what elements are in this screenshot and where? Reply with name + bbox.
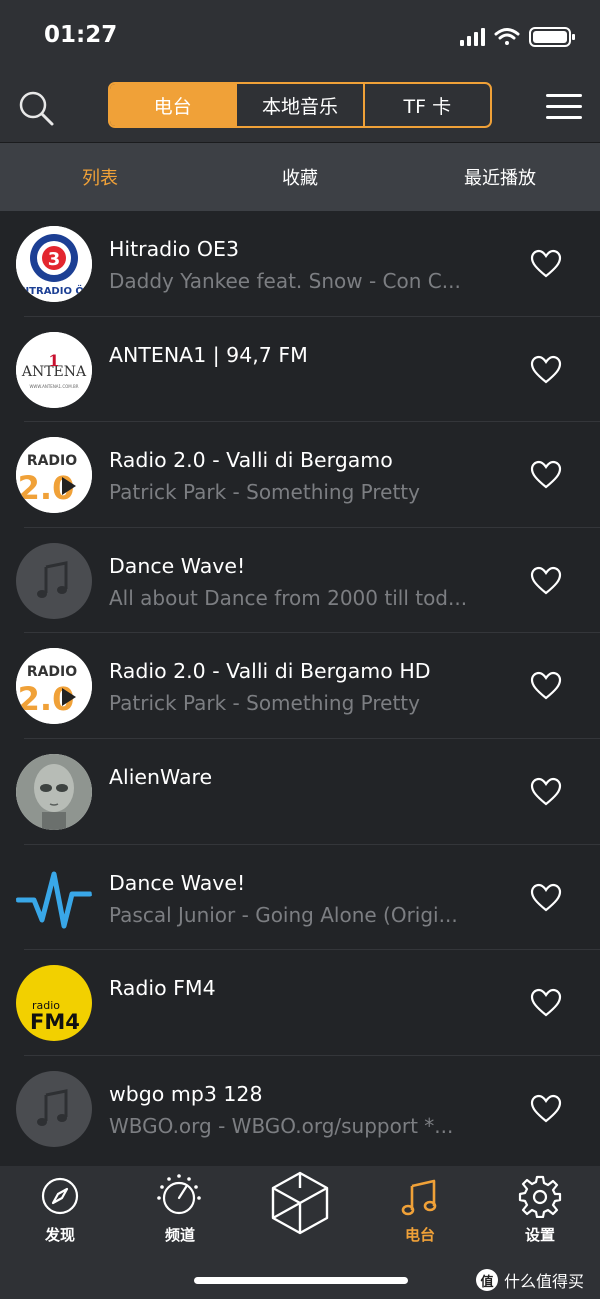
heart-icon[interactable] [530, 988, 562, 1018]
dancewave-logo [16, 859, 92, 936]
station-title: AlienWare [109, 764, 213, 789]
station-title: Dance Wave! [109, 553, 246, 578]
segment-tf-card[interactable]: TF 卡 [362, 84, 490, 126]
station-row[interactable]: wbgo mp3 128 WBGO.org - WBGO.org/support… [0, 1056, 600, 1162]
radio20-logo: RADIO 2.0 [16, 648, 92, 725]
station-subtitle: Patrick Park - Something Pretty [109, 691, 420, 716]
menu-icon[interactable] [546, 92, 582, 122]
signal-icon [460, 28, 485, 46]
music-note-placeholder-icon [16, 1070, 92, 1147]
battery-icon [529, 27, 575, 47]
svg-text:WWW.ANTENA1.COM.BR: WWW.ANTENA1.COM.BR [29, 384, 78, 389]
heart-icon[interactable] [530, 777, 562, 807]
station-row[interactable]: radio FM4 Radio FM4 [0, 950, 600, 1056]
home-indicator [194, 1277, 408, 1284]
station-row[interactable]: Dance Wave! Pascal Junior - Going Alone … [0, 845, 600, 951]
gear-icon [518, 1175, 562, 1218]
station-subtitle: Patrick Park - Something Pretty [109, 480, 420, 505]
status-time: 01:27 [44, 22, 118, 48]
music-note-placeholder-icon [16, 542, 92, 619]
dial-icon [157, 1174, 201, 1215]
cube-icon [271, 1171, 329, 1235]
sub-tabs: 列表 收藏 最近播放 [0, 143, 600, 211]
station-title: Radio 2.0 - Valli di Bergamo HD [109, 659, 431, 684]
nav-label: 电台 [404, 1226, 435, 1244]
top-bar: 电台 本地音乐 TF 卡 [0, 72, 600, 143]
segment-radio[interactable]: 电台 [110, 84, 236, 126]
station-row[interactable]: RADIO 2.0 Radio 2.0 - Valli di Bergamo H… [0, 633, 600, 739]
station-title: Radio 2.0 - Valli di Bergamo [109, 448, 393, 473]
station-title: wbgo mp3 128 [109, 1081, 263, 1106]
station-row[interactable]: AlienWare [0, 739, 600, 845]
station-list: 3 HITRADIO Ö3 Hitradio OE3 Daddy Yankee … [0, 211, 600, 1166]
heart-icon[interactable] [530, 671, 562, 701]
music-note-icon [401, 1179, 437, 1216]
station-subtitle: Pascal Junior - Going Alone (Origi... [109, 902, 458, 927]
station-title: Radio FM4 [109, 976, 216, 1001]
station-row[interactable]: RADIO 2.0 Radio 2.0 - Valli di Bergamo P… [0, 422, 600, 528]
nav-channels[interactable]: 频道 [120, 1166, 240, 1266]
compass-icon [41, 1177, 79, 1215]
station-subtitle: Daddy Yankee feat. Snow - Con C... [109, 269, 461, 293]
heart-icon[interactable] [530, 883, 562, 913]
watermark: 值 什么值得买 [476, 1268, 584, 1292]
station-subtitle: All about Dance from 2000 till tod... [109, 585, 468, 610]
svg-text:1: 1 [48, 351, 59, 370]
watermark-badge: 值 [476, 1269, 498, 1291]
nav-label: 发现 [44, 1226, 75, 1244]
antena1-logo: ANTENA 1 WWW.ANTENA1.COM.BR [16, 331, 92, 408]
station-row[interactable]: Dance Wave! All about Dance from 2000 ti… [0, 528, 600, 634]
nav-settings[interactable]: 设置 [480, 1166, 600, 1266]
segment-local-music[interactable]: 本地音乐 [235, 84, 362, 126]
svg-text:3: 3 [48, 249, 61, 270]
tab-recent[interactable]: 最近播放 [400, 143, 600, 211]
svg-text:FM4: FM4 [30, 1010, 80, 1034]
station-row[interactable]: ANTENA 1 WWW.ANTENA1.COM.BR ANTENA1 | 94… [0, 317, 600, 423]
heart-icon[interactable] [530, 249, 562, 279]
tab-favorites[interactable]: 收藏 [200, 143, 400, 211]
wifi-icon [494, 28, 520, 45]
svg-text:RADIO: RADIO [27, 453, 77, 469]
heart-icon[interactable] [530, 355, 562, 385]
nav-label: 设置 [524, 1226, 555, 1244]
watermark-text: 什么值得买 [504, 1272, 585, 1291]
station-title: Dance Wave! [109, 870, 246, 895]
search-icon[interactable] [16, 88, 56, 128]
alien-logo [16, 753, 92, 830]
station-title: ANTENA1 | 94,7 FM [109, 342, 308, 367]
nav-radio[interactable]: 电台 [360, 1166, 480, 1266]
station-subtitle: WBGO.org - WBGO.org/support *... [109, 1113, 454, 1138]
source-segmented-control: 电台 本地音乐 TF 卡 [108, 82, 492, 128]
svg-text:RADIO: RADIO [27, 664, 77, 680]
status-bar: 01:27 [0, 0, 600, 72]
station-row[interactable]: 3 HITRADIO Ö3 Hitradio OE3 Daddy Yankee … [0, 211, 600, 317]
nav-label: 频道 [164, 1226, 195, 1244]
heart-icon[interactable] [530, 460, 562, 490]
station-title: Hitradio OE3 [109, 237, 240, 261]
heart-icon[interactable] [530, 1094, 562, 1124]
heart-icon[interactable] [530, 566, 562, 596]
tab-list[interactable]: 列表 [0, 143, 200, 211]
nav-cube[interactable] [240, 1166, 360, 1266]
oe3-logo: 3 HITRADIO Ö3 [16, 226, 92, 302]
radio20-logo: RADIO 2.0 [16, 437, 92, 514]
fm4-logo: radio FM4 [16, 965, 92, 1042]
status-icons [460, 27, 575, 47]
svg-text:HITRADIO Ö3: HITRADIO Ö3 [17, 283, 91, 297]
nav-discover[interactable]: 发现 [0, 1166, 120, 1266]
